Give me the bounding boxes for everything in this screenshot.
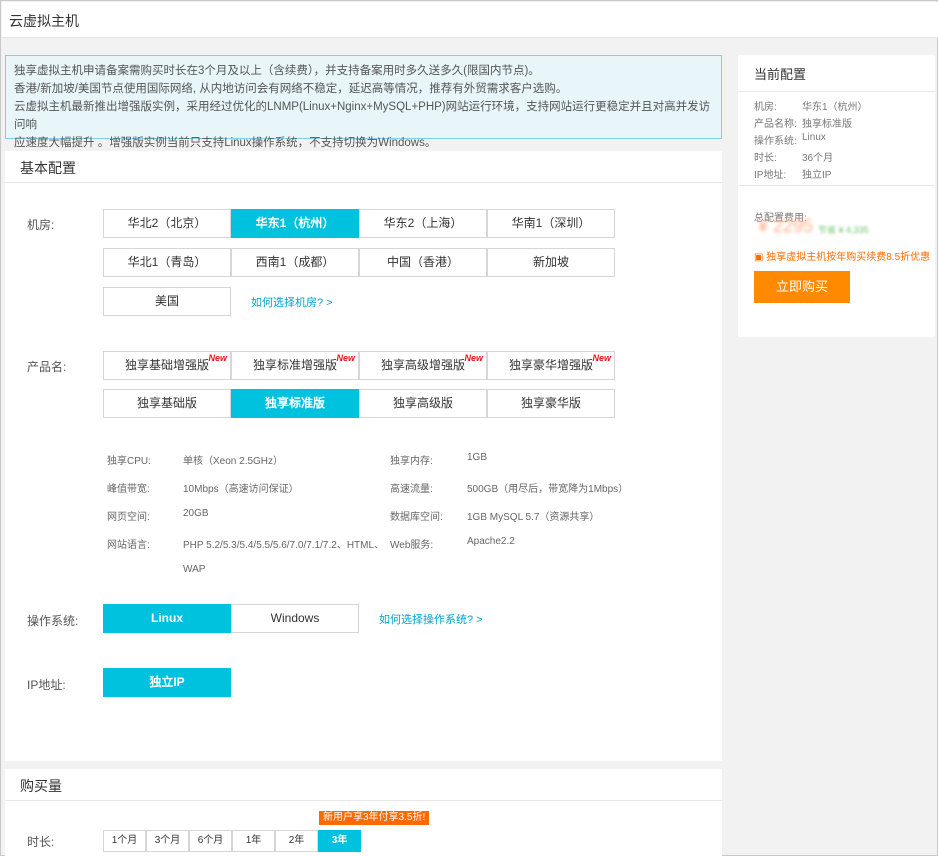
duration-option[interactable]: 1年 xyxy=(232,830,275,852)
notice-line: 应速度大幅提升 。增强版实例当前只支持Linux操作系统，不支持切换为Windo… xyxy=(14,137,437,149)
room-option[interactable]: 华北2（北京） xyxy=(103,209,231,238)
summary-key: 产品名称: xyxy=(754,119,797,130)
summary-card: 当前配置 机房: 华东1（杭州） 产品名称: 独享标准版 操作系统: Linux 时长… xyxy=(738,55,935,337)
summary-key: 机房: xyxy=(754,102,777,113)
product-option-label: 独享基础增强版 xyxy=(124,358,209,372)
summary-value: Linux xyxy=(802,132,826,143)
product-option[interactable]: 独享豪华版 xyxy=(487,389,615,418)
room-label: 机房: xyxy=(27,218,55,232)
room-option-selected[interactable]: 华东1（杭州） xyxy=(231,209,359,238)
spec-value: 1GB MySQL 5.7（资源共享） xyxy=(467,512,600,523)
summary-divider xyxy=(738,185,935,186)
spec-value: Apache2.2 xyxy=(467,536,515,547)
renewal-promo-text: 独享虚拟主机按年购买续费8.5折优惠 xyxy=(766,252,931,263)
duration-option-selected[interactable]: 3年 xyxy=(318,830,361,852)
top-bar: 云虚拟主机 xyxy=(2,2,938,38)
product-option[interactable]: 独享基础增强版 New xyxy=(103,351,231,380)
product-option-label: 独享标准增强版 xyxy=(252,358,337,372)
gift-icon: ▣ xyxy=(754,252,764,263)
total-price: ¥ 2295 xyxy=(758,216,814,236)
ip-label: IP地址: xyxy=(27,678,66,692)
summary-key: 时长: xyxy=(754,153,777,164)
spec-key: 高速流量: xyxy=(390,484,433,495)
purchase-card: 购买量 新用户享3年付享3.5折! 时长: 1个月 3个月 6个月 1年 2年 … xyxy=(5,769,722,856)
duration-option[interactable]: 2年 xyxy=(275,830,318,852)
summary-title: 当前配置 xyxy=(738,55,935,92)
new-badge: New xyxy=(464,353,483,363)
notice-line: 独享虚拟主机申请备案需购买时长在3个月及以上（含续费），并支持备案用时多久送多久… xyxy=(14,65,540,77)
spec-value: 单核（Xeon 2.5GHz） xyxy=(183,456,284,467)
spec-value: 1GB xyxy=(467,452,488,463)
notice-line: 香港/新加坡/美国节点使用国际网络, 从内地访问会有网络不稳定，延迟高等情况，推… xyxy=(14,83,568,95)
room-help-link[interactable]: 如何选择机房? > xyxy=(251,294,333,310)
product-option[interactable]: 独享标准增强版 New xyxy=(231,351,359,380)
room-option[interactable]: 新加坡 xyxy=(487,248,615,277)
summary-value: 独享标准版 xyxy=(802,119,852,130)
summary-key: IP地址: xyxy=(754,170,787,181)
renewal-promo: ▣ 独享虚拟主机按年购买续费8.5折优惠 xyxy=(754,248,930,263)
os-option-linux[interactable]: Linux xyxy=(103,604,231,633)
spec-key: 峰值带宽: xyxy=(107,484,150,495)
promo-tag: 新用户享3年付享3.5折! xyxy=(319,811,430,825)
summary-key: 操作系统: xyxy=(754,136,797,147)
spec-key: 独享内存: xyxy=(390,456,433,467)
new-badge: New xyxy=(208,353,227,363)
product-option[interactable]: 独享基础版 xyxy=(103,389,231,418)
summary-row: IP地址: 独立IP xyxy=(754,166,831,181)
spec-value: PHP 5.2/5.3/5.4/5.5/5.6/7.0/7.1/7.2、HTML… xyxy=(183,540,385,551)
page-title: 云虚拟主机 xyxy=(9,13,79,29)
product-option[interactable]: 独享豪华增强版 New xyxy=(487,351,615,380)
summary-row: 操作系统: Linux xyxy=(754,132,826,147)
duration-option[interactable]: 1个月 xyxy=(103,830,146,852)
summary-row: 机房: 华东1（杭州） xyxy=(754,98,868,113)
spec-key: 网页空间: xyxy=(107,512,150,523)
room-option[interactable]: 西南1（成都） xyxy=(231,248,359,277)
summary-value: 华东1（杭州） xyxy=(802,102,868,113)
room-option[interactable]: 中国（香港） xyxy=(359,248,487,277)
notice-line: 云虚拟主机最新推出增强版实例，采用经过优化的LNMP(Linux+Nginx+M… xyxy=(14,101,711,131)
purchase-title: 购买量 xyxy=(5,769,722,801)
os-option-windows[interactable]: Windows xyxy=(231,604,359,633)
summary-row: 产品名称: 独享标准版 xyxy=(754,115,852,130)
new-badge: New xyxy=(336,353,355,363)
spec-value: 20GB xyxy=(183,508,209,519)
os-help-link[interactable]: 如何选择操作系统? > xyxy=(379,611,483,627)
duration-label: 时长: xyxy=(27,835,55,849)
room-option[interactable]: 华东2（上海） xyxy=(359,209,487,238)
product-label: 产品名: xyxy=(27,360,67,374)
duration-option[interactable]: 6个月 xyxy=(189,830,232,852)
spec-key: Web服务: xyxy=(390,540,434,551)
spec-value: WAP xyxy=(183,564,206,575)
product-option[interactable]: 独享高级增强版 New xyxy=(359,351,487,380)
new-badge: New xyxy=(592,353,611,363)
summary-row: 时长: 36个月 xyxy=(754,149,833,164)
price-note: 节省 ¥ 4,335 xyxy=(818,225,869,235)
product-option-label: 独享高级增强版 xyxy=(380,358,465,372)
room-option[interactable]: 华北1（青岛） xyxy=(103,248,231,277)
page-frame: 云虚拟主机 独享虚拟主机申请备案需购买时长在3个月及以上（含续费），并支持备案用… xyxy=(0,0,938,856)
basic-config-card: 基本配置 机房: 华北2（北京） 华东1（杭州） 华东2（上海） 华南1（深圳）… xyxy=(5,151,722,761)
duration-option[interactable]: 3个月 xyxy=(146,830,189,852)
room-option[interactable]: 华南1（深圳） xyxy=(487,209,615,238)
spec-key: 网站语言: xyxy=(107,540,150,551)
buy-now-button[interactable]: 立即购买 xyxy=(754,271,850,303)
product-option-label: 独享豪华增强版 xyxy=(508,358,593,372)
product-option[interactable]: 独享高级版 xyxy=(359,389,487,418)
spec-key: 数据库空间: xyxy=(390,512,443,523)
spec-value: 500GB（用尽后，带宽降为1Mbps） xyxy=(467,484,629,495)
basic-config-title: 基本配置 xyxy=(5,151,722,183)
product-option-selected[interactable]: 独享标准版 xyxy=(231,389,359,418)
os-label: 操作系统: xyxy=(27,614,79,628)
room-option[interactable]: 美国 xyxy=(103,287,231,316)
summary-value: 36个月 xyxy=(802,153,834,164)
summary-value: 独立IP xyxy=(802,170,832,181)
spec-value: 10Mbps（高速访问保证） xyxy=(183,484,299,495)
spec-key: 独享CPU: xyxy=(107,456,151,467)
ip-option-selected[interactable]: 独立IP xyxy=(103,668,231,697)
notice-box: 独享虚拟主机申请备案需购买时长在3个月及以上（含续费），并支持备案用时多久送多久… xyxy=(5,55,722,149)
